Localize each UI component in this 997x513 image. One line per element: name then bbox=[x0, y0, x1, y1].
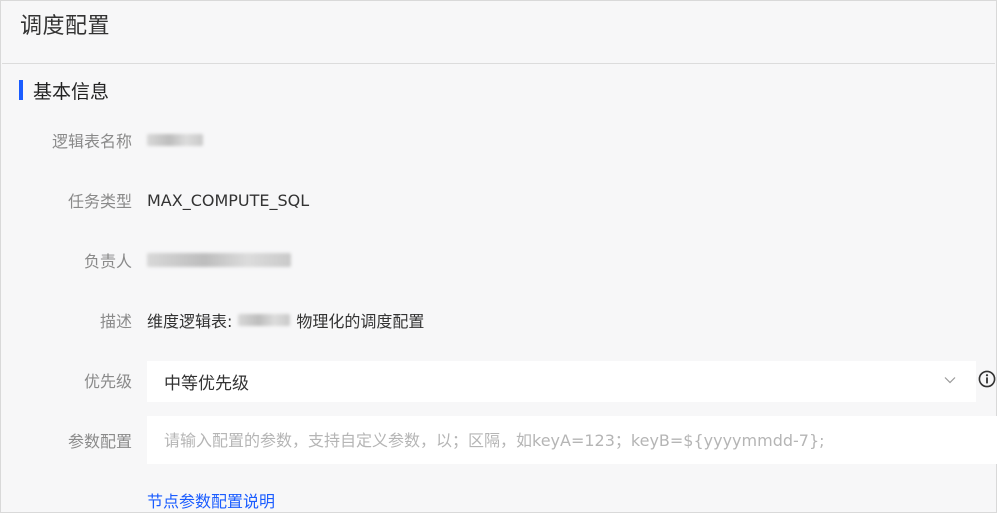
section-title: 基本信息 bbox=[33, 80, 110, 103]
priority-select[interactable]: 中等优先级 bbox=[147, 361, 976, 402]
chevron-down-icon bbox=[944, 377, 956, 384]
page-title: 调度配置 bbox=[20, 14, 111, 39]
owner-label: 负责人 bbox=[83, 252, 132, 271]
description-label: 描述 bbox=[99, 312, 132, 331]
field-row-logical-table-name: 逻辑表名称 bbox=[1, 128, 997, 152]
redacted-text bbox=[238, 314, 291, 326]
params-input-wrapper bbox=[147, 416, 997, 464]
owner-value bbox=[147, 253, 291, 267]
field-row-task-type: 任务类型 MAX_COMPUTE_SQL bbox=[1, 188, 997, 212]
info-circle-icon[interactable] bbox=[978, 370, 996, 388]
task-type-value: MAX_COMPUTE_SQL bbox=[147, 190, 310, 210]
priority-label: 优先级 bbox=[83, 372, 132, 391]
logical-table-name-label: 逻辑表名称 bbox=[51, 132, 132, 151]
priority-selected-value: 中等优先级 bbox=[164, 374, 249, 394]
field-row-owner: 负责人 bbox=[1, 248, 997, 272]
params-input[interactable] bbox=[147, 416, 997, 464]
scheduling-config-panel: 调度配置 基本信息 逻辑表名称 任务类型 MAX_COMPUTE_SQL 负责人… bbox=[0, 0, 997, 513]
description-suffix: 物理化的调度配置 bbox=[296, 312, 425, 331]
node-params-help-link[interactable]: 节点参数配置说明 bbox=[147, 488, 275, 512]
section-heading: 基本信息 bbox=[19, 78, 110, 103]
page-header: 调度配置 bbox=[2, 2, 995, 64]
description-value: 维度逻辑表: 物理化的调度配置 bbox=[147, 308, 424, 332]
redacted-text bbox=[147, 253, 291, 267]
section-accent-bar bbox=[19, 80, 23, 100]
task-type-label: 任务类型 bbox=[67, 192, 132, 211]
field-row-description: 描述 维度逻辑表: 物理化的调度配置 bbox=[1, 308, 997, 332]
redacted-text bbox=[147, 134, 203, 146]
logical-table-name-value bbox=[147, 134, 203, 146]
params-label: 参数配置 bbox=[67, 432, 132, 451]
description-prefix: 维度逻辑表: bbox=[147, 312, 233, 331]
